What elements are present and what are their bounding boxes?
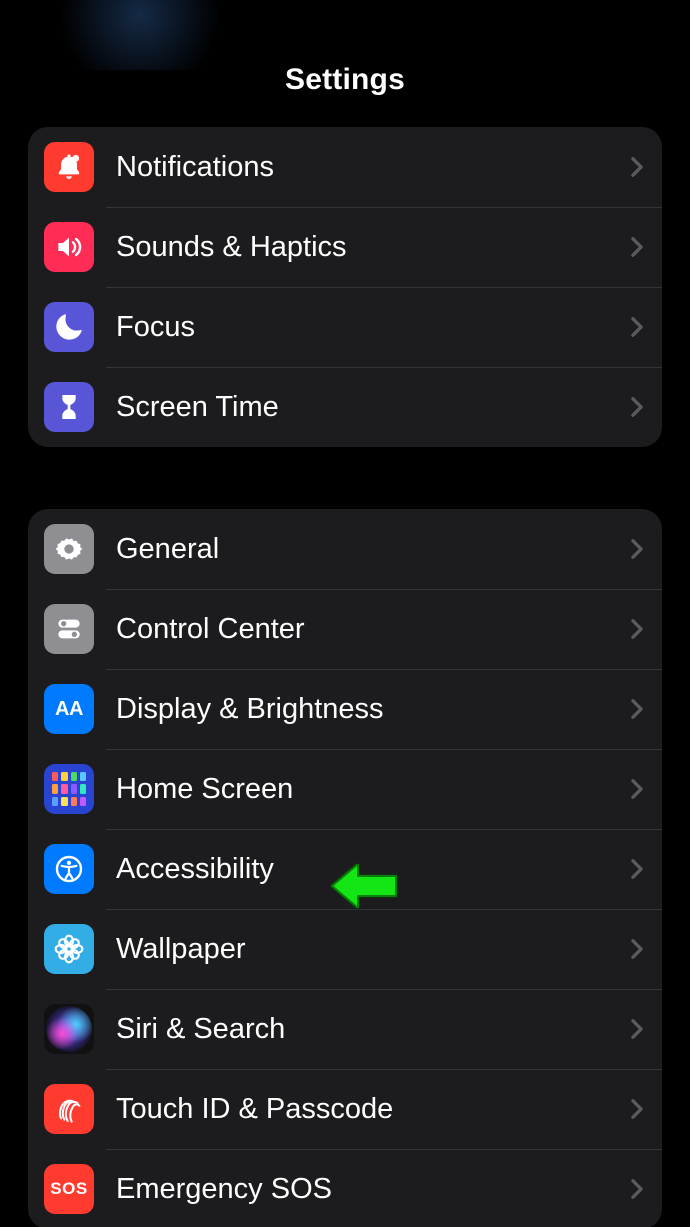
settings-row-sounds[interactable]: Sounds & Haptics: [28, 207, 662, 287]
settings-row-display[interactable]: AA Display & Brightness: [28, 669, 662, 749]
settings-row-home-screen[interactable]: Home Screen: [28, 749, 662, 829]
settings-row-wallpaper[interactable]: Wallpaper: [28, 909, 662, 989]
header: Settings: [0, 0, 690, 115]
settings-row-siri[interactable]: Siri & Search: [28, 989, 662, 1069]
settings-row-control-center[interactable]: Control Center: [28, 589, 662, 669]
settings-content: Notifications Sounds & Haptics Focus: [0, 115, 690, 1227]
settings-row-general[interactable]: General: [28, 509, 662, 589]
settings-group-2: General Control Center AA Display & Brig…: [28, 509, 662, 1227]
settings-row-focus[interactable]: Focus: [28, 287, 662, 367]
settings-row-accessibility[interactable]: Accessibility: [28, 829, 662, 909]
page-title: Settings: [285, 63, 405, 97]
settings-row-emergency-sos[interactable]: SOS Emergency SOS: [28, 1149, 662, 1227]
settings-row-touch-id[interactable]: Touch ID & Passcode: [28, 1069, 662, 1149]
settings-row-notifications[interactable]: Notifications: [28, 127, 662, 207]
settings-group-1: Notifications Sounds & Haptics Focus: [28, 127, 662, 447]
settings-row-screen-time[interactable]: Screen Time: [28, 367, 662, 447]
